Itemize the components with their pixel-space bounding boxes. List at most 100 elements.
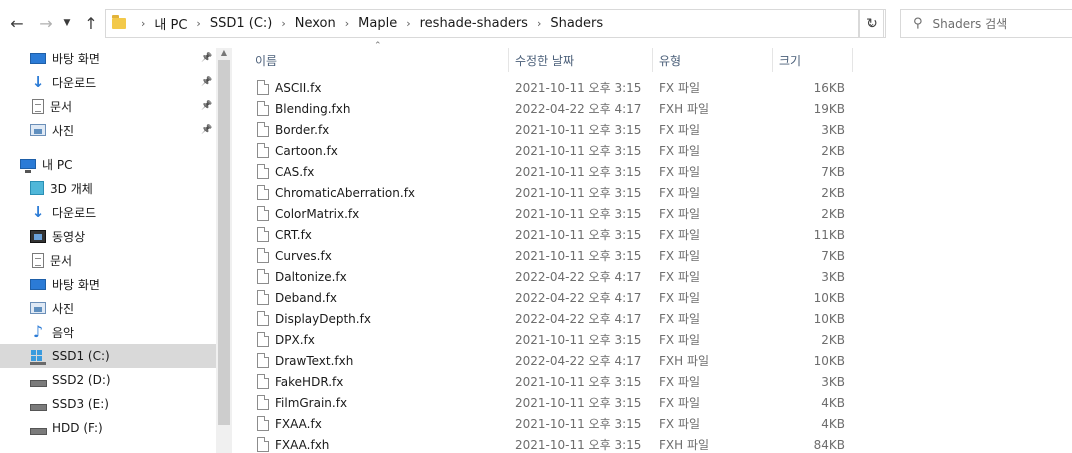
sidebar-scroll-thumb[interactable] — [218, 60, 230, 425]
sidebar-item-this-pc-child[interactable]: 문서 — [0, 248, 216, 272]
pictures-icon — [30, 302, 46, 314]
recent-locations-button[interactable]: ▼ — [60, 12, 74, 34]
file-row[interactable]: Blending.fxh 2022-04-22 오후 4:17 FXH 파일 19KB — [232, 98, 1072, 119]
sidebar-item-label: SSD3 (E:) — [52, 397, 109, 411]
breadcrumb-separator-icon[interactable]: › — [281, 17, 285, 30]
file-name: CRT.fx — [275, 227, 312, 242]
sidebar-item-this-pc-child[interactable]: ♪ 음악 — [0, 320, 216, 344]
sidebar-item-quick-access[interactable]: 사진 📌 — [0, 118, 216, 142]
breadcrumb-separator-icon[interactable]: › — [406, 17, 410, 30]
sidebar-item-quick-access[interactable]: 문서 📌 — [0, 94, 216, 118]
file-size: 2KB — [821, 206, 845, 221]
column-header-type[interactable]: 유형 — [653, 48, 773, 72]
sidebar-item-this-pc-child[interactable]: ↓ 다운로드 — [0, 200, 216, 224]
breadcrumb-separator-icon[interactable]: › — [196, 17, 200, 30]
refresh-button[interactable]: ↻ — [858, 9, 886, 38]
file-row[interactable]: ASCII.fx 2021-10-11 오후 3:15 FX 파일 16KB — [232, 77, 1072, 98]
breadcrumb-item[interactable]: SSD1 (C:) — [210, 16, 273, 31]
file-name: DrawText.fxh — [275, 353, 354, 368]
file-row[interactable]: Cartoon.fx 2021-10-11 오후 3:15 FX 파일 2KB — [232, 140, 1072, 161]
file-row[interactable]: CRT.fx 2021-10-11 오후 3:15 FX 파일 11KB — [232, 224, 1072, 245]
file-row[interactable]: FXAA.fxh 2021-10-11 오후 3:15 FXH 파일 84KB — [232, 434, 1072, 453]
breadcrumb-separator-icon[interactable]: › — [141, 17, 145, 30]
file-row[interactable]: CAS.fx 2021-10-11 오후 3:15 FX 파일 7KB — [232, 161, 1072, 182]
file-size: 10KB — [813, 311, 845, 326]
breadcrumb-item[interactable]: Maple — [358, 16, 397, 31]
file-row[interactable]: Daltonize.fx 2022-04-22 오후 4:17 FX 파일 3KB — [232, 266, 1072, 287]
sidebar-item-quick-access[interactable]: ↓ 다운로드 📌 — [0, 70, 216, 94]
file-row[interactable]: DrawText.fxh 2022-04-22 오후 4:17 FXH 파일 10KB — [232, 350, 1072, 371]
sidebar-item-label: 동영상 — [52, 229, 86, 244]
sidebar-item-this-pc-child[interactable]: 3D 개체 — [0, 176, 216, 200]
scroll-up-icon[interactable]: ▲ — [216, 48, 232, 60]
file-row[interactable]: FakeHDR.fx 2021-10-11 오후 3:15 FX 파일 3KB — [232, 371, 1072, 392]
column-header-size-label: 크기 — [779, 53, 802, 68]
sidebar-item-this-pc-child[interactable]: 동영상 — [0, 224, 216, 248]
file-type: FX 파일 — [659, 249, 701, 263]
navigation-pane: 바탕 화면 📌 ↓ 다운로드 📌 문서 📌 사진 📌 내 PC 3D 개체 ↓ 다운로드 동영상 문서 바탕 … — [0, 48, 216, 453]
file-type: FXH 파일 — [659, 438, 710, 452]
sidebar-item-this-pc-child[interactable]: SSD2 (D:) — [0, 368, 216, 392]
file-row[interactable]: Deband.fx 2022-04-22 오후 4:17 FX 파일 10KB — [232, 287, 1072, 308]
sidebar-item-this-pc-child[interactable]: SSD3 (E:) — [0, 392, 216, 416]
file-size: 19KB — [813, 101, 845, 116]
arrow-up-icon: ↑ — [84, 13, 98, 33]
file-type: FX 파일 — [659, 270, 701, 284]
file-row[interactable]: ColorMatrix.fx 2021-10-11 오후 3:15 FX 파일 2KB — [232, 203, 1072, 224]
search-placeholder: Shaders 검색 — [932, 17, 1008, 31]
breadcrumb-item[interactable]: Shaders — [550, 16, 603, 31]
file-row[interactable]: Border.fx 2021-10-11 오후 3:15 FX 파일 3KB — [232, 119, 1072, 140]
file-date: 2021-10-11 오후 3:15 — [515, 249, 642, 263]
sidebar-item-quick-access[interactable]: 바탕 화면 📌 — [0, 46, 216, 70]
file-size: 2KB — [821, 143, 845, 158]
breadcrumb-item[interactable]: reshade-shaders — [420, 16, 528, 31]
search-input[interactable]: ⚲ Shaders 검색 — [900, 9, 1072, 38]
file-row[interactable]: Curves.fx 2021-10-11 오후 3:15 FX 파일 7KB — [232, 245, 1072, 266]
file-row[interactable]: FXAA.fx 2021-10-11 오후 3:15 FX 파일 4KB — [232, 413, 1072, 434]
file-icon — [257, 101, 269, 116]
desktop-icon — [30, 279, 46, 290]
back-button[interactable]: ← — [6, 12, 28, 34]
file-name: FakeHDR.fx — [275, 374, 344, 389]
file-icon — [257, 248, 269, 263]
breadcrumb-item[interactable]: 내 PC — [154, 14, 187, 33]
file-row[interactable]: ChromaticAberration.fx 2021-10-11 오후 3:15… — [232, 182, 1072, 203]
pin-icon: 📌 — [201, 77, 213, 87]
forward-button[interactable]: → — [35, 12, 57, 34]
file-row[interactable]: FilmGrain.fx 2021-10-11 오후 3:15 FX 파일 4KB — [232, 392, 1072, 413]
sidebar-item-this-pc-child[interactable]: 사진 — [0, 296, 216, 320]
column-header-size[interactable]: 크기 — [773, 48, 853, 72]
column-header-name-label: 이름 — [255, 53, 278, 68]
address-bar[interactable]: › 내 PC › SSD1 (C:) › Nexon › Maple › reshade-shad… — [105, 9, 859, 38]
file-icon — [257, 311, 269, 326]
file-type: FX 파일 — [659, 396, 701, 410]
file-size: 2KB — [821, 332, 845, 347]
file-name: DisplayDepth.fx — [275, 311, 371, 326]
file-size: 10KB — [813, 290, 845, 305]
sidebar-item-this-pc[interactable]: 내 PC — [0, 152, 216, 176]
breadcrumb-item[interactable]: Nexon — [295, 16, 336, 31]
file-icon — [257, 122, 269, 137]
pin-icon: 📌 — [201, 101, 213, 111]
video-icon — [30, 229, 46, 243]
sidebar-item-this-pc-child[interactable]: SSD1 (C:) — [0, 344, 216, 368]
sidebar-item-this-pc-child[interactable]: HDD (F:) — [0, 416, 216, 440]
file-row[interactable]: DisplayDepth.fx 2022-04-22 오후 4:17 FX 파일 10… — [232, 308, 1072, 329]
file-date: 2021-10-11 오후 3:15 — [515, 165, 642, 179]
up-button[interactable]: ↑ — [80, 12, 102, 34]
column-header-name[interactable]: ⌃ 이름 — [232, 41, 509, 72]
sidebar-item-label: 사진 — [52, 301, 75, 316]
file-size: 2KB — [821, 185, 845, 200]
file-name: ASCII.fx — [275, 80, 322, 95]
sidebar-item-this-pc-child[interactable]: 바탕 화면 — [0, 272, 216, 296]
sidebar-item-label: 바탕 화면 — [52, 51, 100, 66]
file-icon — [257, 437, 269, 452]
file-size: 84KB — [813, 437, 845, 452]
breadcrumb-separator-icon[interactable]: › — [345, 17, 349, 30]
file-row[interactable]: DPX.fx 2021-10-11 오후 3:15 FX 파일 2KB — [232, 329, 1072, 350]
file-type: FX 파일 — [659, 207, 701, 221]
column-header-date[interactable]: 수정한 날짜 — [509, 48, 653, 72]
file-size: 4KB — [821, 395, 845, 410]
pc-icon — [20, 159, 36, 173]
breadcrumb-separator-icon[interactable]: › — [537, 17, 541, 30]
